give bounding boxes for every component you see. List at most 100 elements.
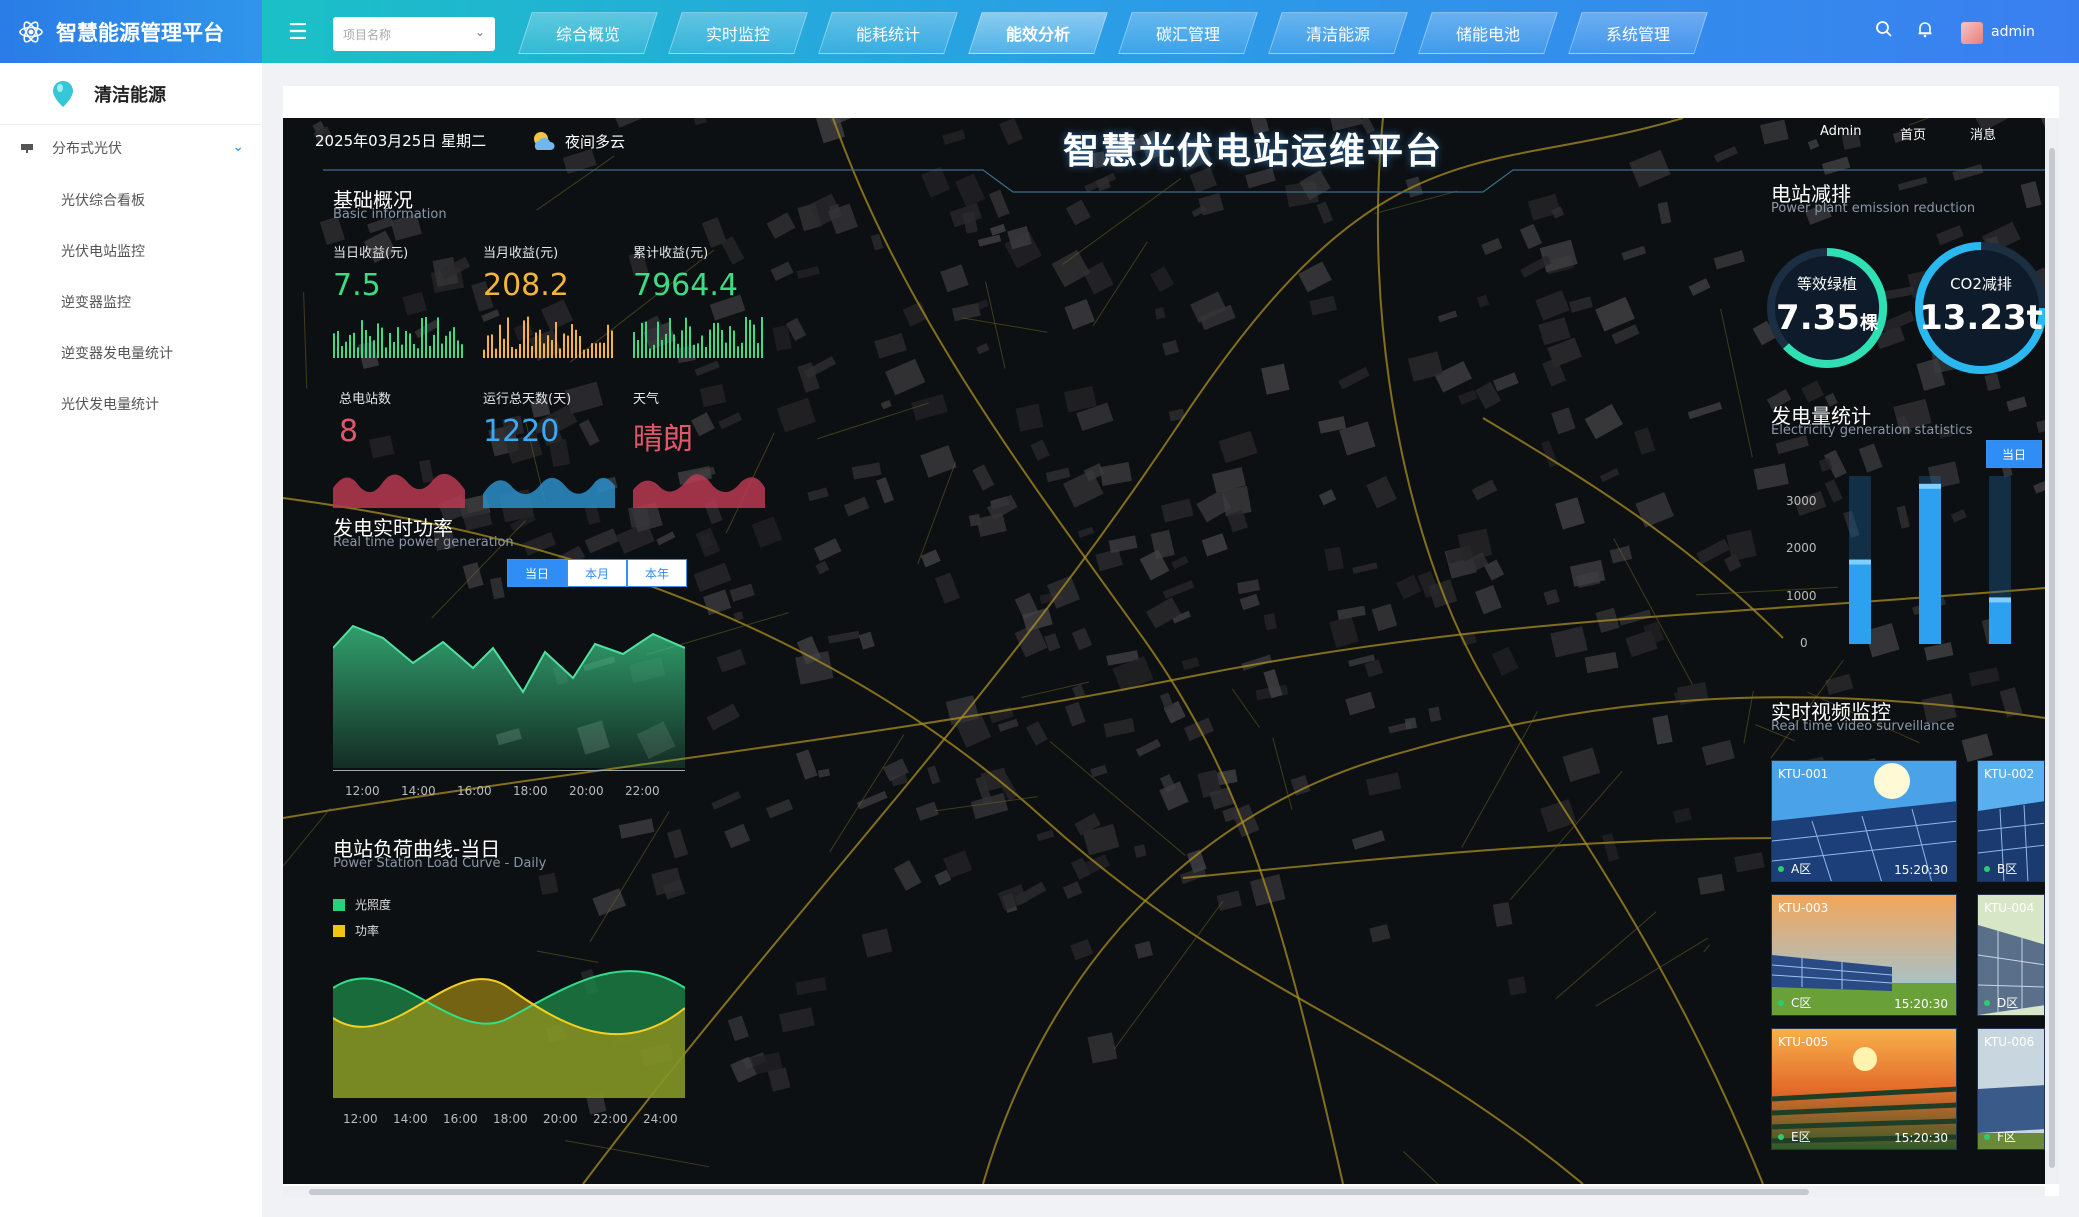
spark-bar xyxy=(491,334,493,358)
spark-bar xyxy=(591,343,593,358)
spark-bar xyxy=(337,330,339,358)
scrollbar-thumb[interactable] xyxy=(2049,148,2055,1168)
spark-bar xyxy=(555,321,557,358)
spark-bar xyxy=(389,333,391,358)
spark-bar xyxy=(511,347,513,358)
sparkbars-total-income xyxy=(633,316,763,358)
wave-station-count xyxy=(333,473,465,508)
camera-feed-ktu-004[interactable]: KTU-004 D区 xyxy=(1977,894,2045,1016)
menu-toggle-icon[interactable]: ☰ xyxy=(288,20,308,45)
camera-zone-label: E区 xyxy=(1791,1130,1811,1144)
camera-id: KTU-001 xyxy=(1778,767,1829,781)
tab-energy-stats[interactable]: 能耗统计 xyxy=(818,12,958,54)
camera-zone: A区 xyxy=(1778,860,1811,877)
spark-bar xyxy=(547,335,549,358)
sidebar-item-pv-generation[interactable]: 光伏发电量统计 xyxy=(61,394,159,414)
sidebar-item-inverter-generation[interactable]: 逆变器发电量统计 xyxy=(61,343,173,363)
spark-bar xyxy=(417,348,419,358)
camera-feed-ktu-006[interactable]: KTU-006 F区 xyxy=(1977,1028,2045,1150)
status-dot-icon xyxy=(1984,999,1990,1006)
spark-bar xyxy=(685,317,687,358)
tab-clean-energy[interactable]: 清洁能源 xyxy=(1268,12,1408,54)
spark-bar xyxy=(745,316,747,358)
spark-bar xyxy=(603,342,605,358)
power-range-year-button[interactable]: 本年 xyxy=(627,559,687,587)
atom-logo-icon xyxy=(19,20,43,43)
tab-overview[interactable]: 综合概览 xyxy=(518,12,658,54)
power-range-day-button[interactable]: 当日 xyxy=(507,559,567,587)
tab-carbon-management[interactable]: 碳汇管理 xyxy=(1118,12,1258,54)
wave-run-days xyxy=(483,477,615,508)
sidebar-item-pv-dashboard[interactable]: 光伏综合看板 xyxy=(61,190,145,210)
emission-green-unit: 棵 xyxy=(1859,313,1878,334)
tab-efficiency-analysis[interactable]: 能效分析 xyxy=(968,12,1108,54)
power-tick: 14:00 xyxy=(401,784,436,798)
app-logo[interactable]: 智慧能源管理平台 xyxy=(0,0,262,63)
scrollbar-thumb[interactable] xyxy=(309,1189,1809,1195)
project-select[interactable]: 项目名称 ⌄ xyxy=(333,17,495,51)
sidebar-item-inverter-monitor[interactable]: 逆变器监控 xyxy=(61,292,131,312)
load-tick: 20:00 xyxy=(543,1112,578,1126)
spark-bar xyxy=(357,347,359,358)
camera-id: KTU-005 xyxy=(1778,1035,1829,1049)
horizontal-scrollbar[interactable] xyxy=(283,1186,2045,1197)
stat-label-run-days: 运行总天数(天) xyxy=(483,392,572,407)
spark-bar xyxy=(393,342,395,358)
power-range-month-button[interactable]: 本月 xyxy=(567,559,627,587)
camera-feed-ktu-001[interactable]: KTU-001 A区 15:20:30 xyxy=(1771,760,1957,882)
top-navbar: ☰ 项目名称 ⌄ 综合概览 实时监控 能耗统计 能效分析 碳汇管理 清洁能源 储… xyxy=(262,0,2079,63)
spark-bar xyxy=(669,317,671,358)
spark-bar xyxy=(365,329,367,358)
spark-bar xyxy=(661,339,663,358)
spark-bar xyxy=(559,348,561,358)
tab-storage-battery[interactable]: 储能电池 xyxy=(1418,12,1558,54)
camera-id: KTU-004 xyxy=(1984,901,2035,915)
spark-bar xyxy=(641,322,643,358)
legend-illuminance: 光照度 xyxy=(333,896,391,913)
spark-bar xyxy=(453,327,455,358)
basic-info-subtitle: Basic information xyxy=(333,207,447,222)
spark-bar xyxy=(441,343,443,358)
legend-label: 光照度 xyxy=(355,898,392,912)
status-dot-icon xyxy=(1778,865,1784,872)
camera-feed-ktu-002[interactable]: KTU-002 B区 xyxy=(1977,760,2045,882)
spark-bar xyxy=(405,330,407,358)
tab-system-management[interactable]: 系统管理 xyxy=(1568,12,1708,54)
load-tick: 16:00 xyxy=(443,1112,478,1126)
load-tick: 22:00 xyxy=(593,1112,628,1126)
spark-bar xyxy=(575,329,577,358)
spark-bar xyxy=(523,320,525,358)
spark-bar xyxy=(587,348,589,358)
spark-bar xyxy=(697,343,699,358)
spark-bar xyxy=(487,335,489,358)
sidebar-group-distributed-pv[interactable]: 分布式光伏 ⌄ xyxy=(0,126,262,170)
bell-icon[interactable] xyxy=(1916,20,1934,43)
camera-zone: C区 xyxy=(1778,994,1811,1011)
spark-bar xyxy=(657,321,659,358)
status-dot-icon xyxy=(1984,865,1990,872)
spark-bar xyxy=(665,333,667,358)
camera-zone-label: D区 xyxy=(1997,996,2019,1010)
legend-power: 功率 xyxy=(333,922,379,939)
tab-realtime-monitor[interactable]: 实时监控 xyxy=(668,12,808,54)
vertical-scrollbar[interactable] xyxy=(2045,118,2059,1184)
power-axis-line xyxy=(333,770,685,771)
spark-bar xyxy=(457,340,459,358)
camera-feed-ktu-005[interactable]: KTU-005 E区 15:20:30 xyxy=(1771,1028,1957,1150)
header-link-admin[interactable]: Admin xyxy=(1820,124,1861,139)
generation-panel-subtitle: Electricity generation statistics xyxy=(1771,423,1973,438)
generation-ytick: 2000 xyxy=(1786,541,1817,555)
spark-bar xyxy=(551,340,553,358)
spark-bar xyxy=(681,330,683,358)
sidebar-item-pv-station-monitor[interactable]: 光伏电站监控 xyxy=(61,241,145,261)
camera-zone: F区 xyxy=(1984,1128,2016,1145)
camera-feed-ktu-003[interactable]: KTU-003 C区 15:20:30 xyxy=(1771,894,1957,1016)
header-link-message[interactable]: 消息 xyxy=(1970,124,1996,143)
spark-bar xyxy=(519,343,521,358)
emission-green-number: 7.35 xyxy=(1776,298,1860,338)
dashboard-screen: 2025年03月25日 星期二 夜间多云 智慧光伏电站运维平台 Admin 首页… xyxy=(283,118,2045,1184)
header-link-home[interactable]: 首页 xyxy=(1900,124,1926,143)
username[interactable]: admin xyxy=(1991,24,2035,40)
avatar[interactable] xyxy=(1961,22,1983,44)
search-icon[interactable] xyxy=(1875,20,1893,43)
